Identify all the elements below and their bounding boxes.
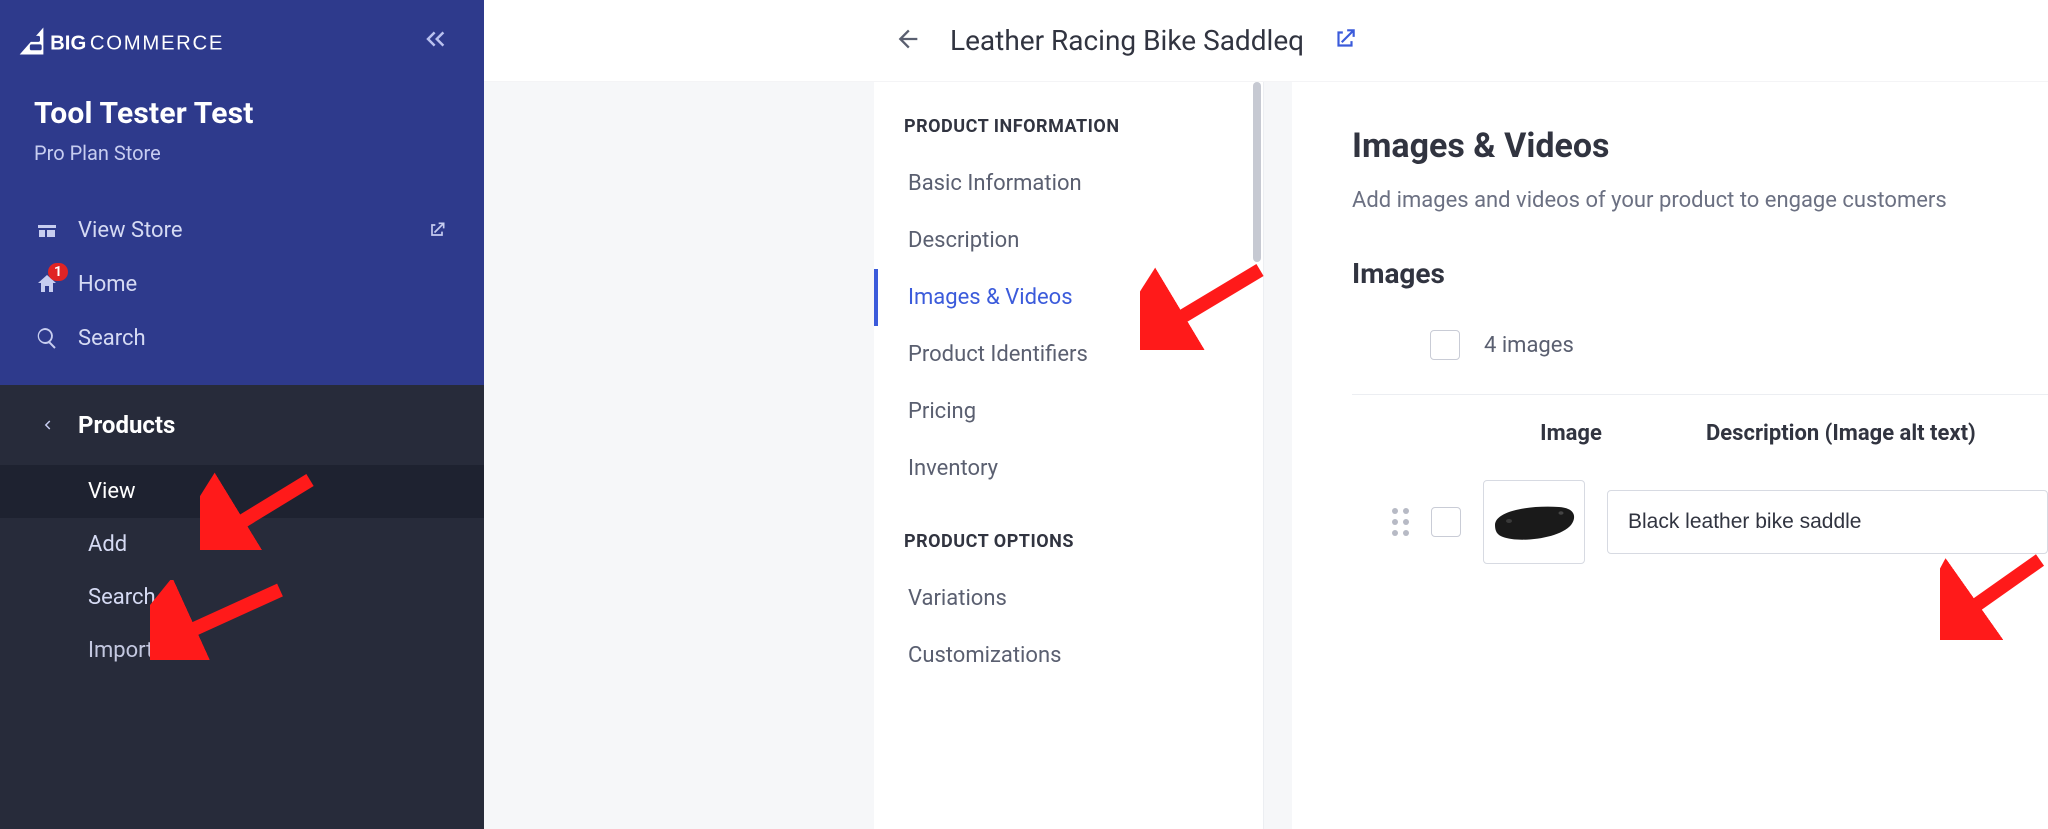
images-count-label: 4 images (1484, 333, 1574, 358)
drag-handle-icon[interactable] (1392, 508, 1409, 536)
brand-logo: BIG COMMERCE (18, 22, 238, 60)
sidebar: BIG COMMERCE Tool Tester Test Pro Plan S… (0, 0, 484, 829)
nav-products[interactable]: Products (0, 385, 484, 465)
nav-label: View Store (78, 218, 183, 243)
chevron-left-icon (34, 412, 60, 438)
products-subnav-add[interactable]: Add (0, 518, 484, 571)
section-nav: PRODUCT INFORMATION Basic Information De… (874, 82, 1264, 829)
workspace: PRODUCT INFORMATION Basic Information De… (484, 82, 2048, 829)
open-external-button[interactable] (1332, 26, 1358, 56)
products-subnav-view[interactable]: View (0, 465, 484, 518)
chevron-double-left-icon (420, 24, 450, 54)
store-name: Tool Tester Test (34, 96, 450, 131)
section-link-customizations[interactable]: Customizations (874, 627, 1263, 684)
back-button[interactable] (894, 25, 922, 57)
images-heading: Images (1352, 257, 2048, 290)
external-link-icon (424, 217, 450, 243)
nav-label: Home (78, 272, 137, 297)
logo-row: BIG COMMERCE (0, 0, 484, 70)
content-panel: Images & Videos Add images and videos of… (1292, 82, 2048, 829)
arrow-left-icon (894, 25, 922, 53)
image-thumbnail[interactable] (1483, 480, 1585, 564)
images-count-row: 4 images (1352, 320, 2048, 395)
store-info: Tool Tester Test Pro Plan Store (0, 70, 484, 185)
column-header-image: Image (1476, 421, 1666, 446)
alt-text-input[interactable] (1607, 490, 2048, 554)
external-link-icon (1332, 26, 1358, 52)
scrollbar-thumb[interactable] (1253, 82, 1261, 262)
section-link-product-identifiers[interactable]: Product Identifiers (874, 326, 1263, 383)
storefront-icon (34, 217, 60, 243)
image-row-checkbox[interactable] (1431, 507, 1461, 537)
section-link-basic-information[interactable]: Basic Information (874, 155, 1263, 212)
page-title: Leather Racing Bike Saddleq (950, 24, 1304, 57)
products-subnav-import[interactable]: Import (0, 624, 484, 677)
nav-label: Products (78, 411, 175, 439)
store-plan: Pro Plan Store (34, 141, 450, 165)
svg-text:BIG: BIG (50, 32, 86, 54)
bike-saddle-icon (1489, 497, 1579, 547)
main: Leather Racing Bike Saddleq PRODUCT INFO… (484, 0, 2048, 829)
nav-search[interactable]: Search (0, 311, 484, 365)
svg-text:COMMERCE: COMMERCE (90, 32, 224, 54)
section-link-pricing[interactable]: Pricing (874, 383, 1263, 440)
primary-nav: View Store 1 Home Search (0, 203, 484, 365)
nav-home[interactable]: 1 Home (0, 257, 484, 311)
nav-view-store[interactable]: View Store (0, 203, 484, 257)
bigcommerce-logo-icon: BIG COMMERCE (18, 22, 238, 60)
topbar: Leather Racing Bike Saddleq (484, 0, 2048, 82)
nav-label: Search (78, 326, 146, 351)
section-link-inventory[interactable]: Inventory (874, 440, 1263, 497)
section-link-images-videos[interactable]: Images & Videos (874, 269, 1263, 326)
section-link-description[interactable]: Description (874, 212, 1263, 269)
select-all-checkbox[interactable] (1430, 330, 1460, 360)
products-nav-block: Products View Add Search Import (0, 385, 484, 829)
products-subnav-search[interactable]: Search (0, 571, 484, 624)
column-header-description: Description (Image alt text) (1706, 421, 2048, 446)
section-group-product-information: PRODUCT INFORMATION (874, 108, 1263, 155)
section-link-variations[interactable]: Variations (874, 570, 1263, 627)
content-description: Add images and videos of your product to… (1352, 188, 2048, 213)
section-group-product-options: PRODUCT OPTIONS (874, 523, 1263, 570)
image-row (1352, 468, 2048, 576)
image-table-header: Image Description (Image alt text) (1352, 421, 2048, 468)
collapse-sidebar-button[interactable] (420, 24, 450, 58)
home-badge: 1 (48, 263, 68, 281)
search-icon (34, 325, 60, 351)
content-title: Images & Videos (1352, 126, 2048, 166)
